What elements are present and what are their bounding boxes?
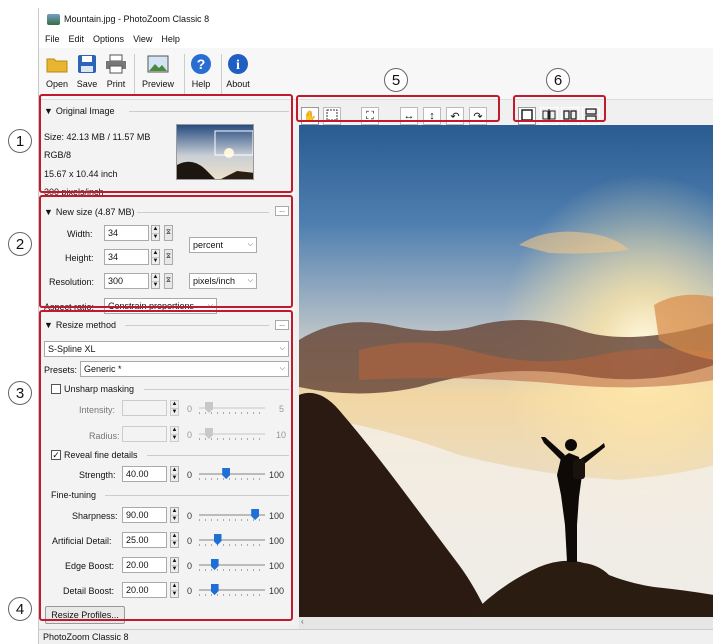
callout-box-view-modes bbox=[513, 95, 606, 122]
toolbar-separator bbox=[184, 54, 185, 94]
menu-bar: File Edit Options View Help bbox=[39, 30, 713, 48]
scroll-left-icon[interactable]: ‹ bbox=[301, 617, 304, 626]
callout-6: 6 bbox=[546, 68, 570, 92]
about-label: About bbox=[226, 79, 250, 89]
horizontal-scrollbar[interactable]: ‹ bbox=[299, 617, 713, 629]
main-toolbar: Open Save Print Preview ? Help i About ✋… bbox=[39, 48, 713, 125]
callout-2: 2 bbox=[8, 232, 32, 256]
callout-1: 1 bbox=[8, 129, 32, 153]
help-icon: ? bbox=[189, 52, 213, 76]
printer-icon bbox=[104, 52, 128, 76]
menu-file[interactable]: File bbox=[45, 34, 60, 44]
save-icon bbox=[75, 52, 99, 76]
callout-box-tools bbox=[296, 95, 500, 122]
title-bar: Mountain.jpg - PhotoZoom Classic 8 bbox=[39, 8, 713, 30]
menu-view[interactable]: View bbox=[133, 34, 152, 44]
image-viewport[interactable] bbox=[299, 125, 713, 617]
save-label: Save bbox=[76, 79, 98, 89]
status-bar: PhotoZoom Classic 8 bbox=[39, 629, 713, 644]
menu-edit[interactable]: Edit bbox=[69, 34, 85, 44]
preview-button[interactable]: Preview bbox=[142, 52, 174, 89]
about-button[interactable]: i About bbox=[226, 52, 250, 89]
help-label: Help bbox=[191, 79, 211, 89]
svg-text:i: i bbox=[236, 58, 240, 73]
window-title: Mountain.jpg - PhotoZoom Classic 8 bbox=[64, 14, 210, 24]
callout-box-resize-method bbox=[39, 310, 293, 621]
toolbar-separator bbox=[221, 54, 222, 94]
callout-5: 5 bbox=[384, 68, 408, 92]
toolbar-separator bbox=[134, 54, 135, 94]
open-button[interactable]: Open bbox=[45, 52, 69, 89]
info-icon: i bbox=[226, 52, 250, 76]
status-text: PhotoZoom Classic 8 bbox=[43, 632, 129, 642]
open-label: Open bbox=[45, 79, 69, 89]
menu-help[interactable]: Help bbox=[161, 34, 180, 44]
svg-text:?: ? bbox=[197, 56, 206, 72]
callout-3: 3 bbox=[8, 381, 32, 405]
preview-image bbox=[299, 125, 713, 617]
preview-label: Preview bbox=[142, 79, 175, 89]
callout-box-original bbox=[39, 94, 293, 193]
help-button[interactable]: ? Help bbox=[189, 52, 213, 89]
preview-icon bbox=[146, 52, 170, 76]
callout-box-new-size bbox=[39, 195, 293, 308]
print-label: Print bbox=[106, 79, 126, 89]
folder-icon bbox=[45, 52, 69, 76]
app-icon bbox=[47, 13, 60, 25]
menu-options[interactable]: Options bbox=[93, 34, 124, 44]
save-button[interactable]: Save bbox=[75, 52, 99, 89]
print-button[interactable]: Print bbox=[104, 52, 128, 89]
callout-4: 4 bbox=[8, 597, 32, 621]
